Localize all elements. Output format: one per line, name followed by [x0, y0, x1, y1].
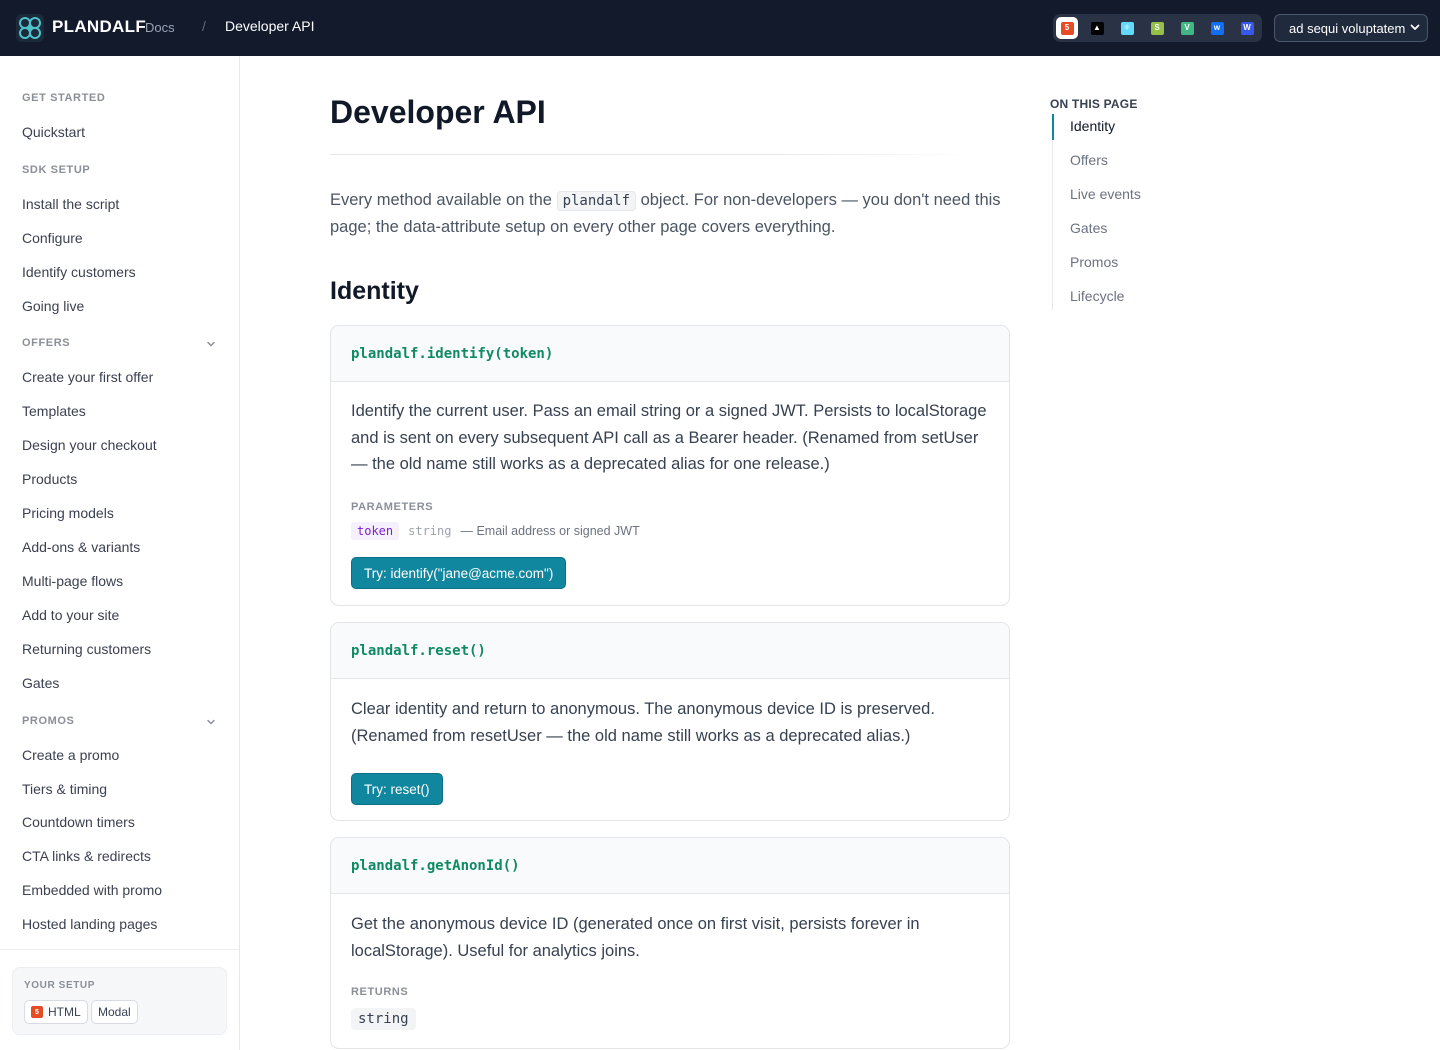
sidebar-section-offers[interactable]: OFFERS	[22, 337, 70, 349]
returns-label: RETURNS	[351, 986, 409, 998]
sidebar-scroll-fade	[0, 932, 239, 950]
parameter-description: — Email address or signed JWT	[460, 524, 640, 538]
method-card-reset: plandalf.reset() Clear identity and retu…	[330, 622, 1010, 821]
nextjs-icon: ▲	[1090, 21, 1104, 35]
sidebar-navigation: GET STARTED Quickstart SDK SETUP Install th…	[0, 56, 240, 1050]
page-title: Developer API	[330, 94, 546, 130]
try-identify-button[interactable]: Try: identify("jane@acme.com")	[351, 557, 567, 589]
sidebar-item-install-the-script[interactable]: Install the script	[22, 196, 119, 212]
html5-icon: 5	[1060, 21, 1074, 35]
method-card-header: plandalf.identify(token)	[331, 326, 1009, 382]
chevron-down-icon[interactable]	[205, 716, 217, 728]
sidebar-section-get-started: GET STARTED	[22, 92, 106, 104]
method-card-header: plandalf.reset()	[331, 623, 1009, 679]
sidebar-item-identify-customers[interactable]: Identify customers	[22, 264, 136, 280]
framework-option-shopify[interactable]: S	[1146, 17, 1168, 39]
sidebar-item-embedded-with-promo[interactable]: Embedded with promo	[22, 882, 162, 898]
sidebar-item-create-your-first-offer[interactable]: Create your first offer	[22, 369, 153, 385]
sidebar-item-templates[interactable]: Templates	[22, 403, 86, 419]
framework-option-react[interactable]: ⚛	[1116, 17, 1138, 39]
parameter-row: token string — Email address or signed J…	[351, 522, 640, 540]
shopify-icon: S	[1150, 21, 1164, 35]
toc-item-identity[interactable]: Identity	[1070, 118, 1115, 134]
parameter-type: string	[408, 524, 452, 538]
method-description: Clear identity and return to anonymous. …	[351, 700, 935, 745]
environment-select[interactable]: ad sequi voluptatem	[1274, 14, 1428, 42]
toc-item-live-events[interactable]: Live events	[1070, 186, 1141, 202]
framework-option-nextjs[interactable]: ▲	[1086, 17, 1108, 39]
breadcrumb-separator: /	[202, 18, 206, 34]
sidebar-item-create-a-promo[interactable]: Create a promo	[22, 747, 119, 763]
toc-item-promos[interactable]: Promos	[1070, 254, 1118, 270]
framework-option-webflow[interactable]: w	[1206, 17, 1228, 39]
toc-title: ON THIS PAGE	[1050, 97, 1138, 111]
framework-option-html5[interactable]: 5	[1056, 17, 1078, 39]
sidebar-footer: YOUR SETUP 5 HTML Modal	[0, 949, 239, 1050]
try-reset-button[interactable]: Try: reset()	[351, 773, 443, 805]
sidebar-item-multi-page-flows[interactable]: Multi-page flows	[22, 573, 123, 589]
sidebar-item-add-ons-variants[interactable]: Add-ons & variants	[22, 539, 140, 555]
title-divider	[330, 154, 970, 155]
toc-item-lifecycle[interactable]: Lifecycle	[1070, 288, 1124, 304]
chevron-down-icon[interactable]	[205, 338, 217, 350]
method-description: Identify the current user. Pass an email…	[351, 402, 987, 473]
sidebar-item-products[interactable]: Products	[22, 471, 77, 487]
sidebar-item-going-live[interactable]: Going live	[22, 298, 84, 314]
framework-option-wordpress[interactable]: W	[1236, 17, 1258, 39]
sidebar-item-tiers-timing[interactable]: Tiers & timing	[22, 781, 107, 797]
sidebar-item-countdown-timers[interactable]: Countdown timers	[22, 814, 135, 830]
html5-icon: 5	[31, 1006, 43, 1018]
top-navigation-bar: PLANDALF Docs / Developer API 5 ▲ ⚛ S Vw W ad…	[0, 0, 1440, 56]
plandalf-logo-icon[interactable]	[16, 14, 44, 42]
setup-chip-modal-label: Modal	[98, 1005, 131, 1019]
brand-name[interactable]: PLANDALF	[52, 17, 146, 37]
return-type: string	[351, 1008, 416, 1030]
method-card-identify: plandalf.identify(token) Identify the cu…	[330, 325, 1010, 606]
sidebar-item-pricing-models[interactable]: Pricing models	[22, 505, 114, 521]
framework-option-vue[interactable]: V	[1176, 17, 1198, 39]
sidebar-item-configure[interactable]: Configure	[22, 230, 83, 246]
brand-docs-label: Docs	[145, 20, 175, 35]
toc-item-gates[interactable]: Gates	[1070, 220, 1107, 236]
method-card-getanonid: plandalf.getAnonId() Get the anonymous d…	[330, 837, 1010, 1049]
toc-item-offers[interactable]: Offers	[1070, 152, 1108, 168]
method-description: Get the anonymous device ID (generated o…	[351, 915, 920, 960]
setup-chip-html[interactable]: 5 HTML	[24, 1000, 88, 1024]
parameter-name: token	[351, 522, 400, 540]
sidebar-item-quickstart[interactable]: Quickstart	[22, 124, 85, 140]
environment-select-value: ad sequi voluptatem	[1289, 20, 1406, 36]
intro-code-plandalf: plandalf	[556, 191, 636, 211]
method-signature: plandalf.identify(token)	[351, 345, 554, 362]
sidebar-item-gates[interactable]: Gates	[22, 675, 59, 691]
parameters-label: PARAMETERS	[351, 501, 434, 513]
toc-active-indicator	[1052, 114, 1054, 140]
intro-paragraph: Every method available on the plandalf o…	[330, 187, 1010, 240]
sidebar-section-promos[interactable]: PROMOS	[22, 715, 75, 727]
method-card-header: plandalf.getAnonId()	[331, 838, 1009, 894]
intro-text-before: Every method available on the	[330, 191, 557, 209]
sidebar-item-design-your-checkout[interactable]: Design your checkout	[22, 437, 157, 453]
framework-switcher: 5 ▲ ⚛ S Vw W	[1053, 14, 1262, 42]
breadcrumb-current-page: Developer API	[225, 18, 315, 34]
webflow-icon: w	[1210, 21, 1224, 35]
method-signature: plandalf.getAnonId()	[351, 857, 520, 874]
setup-chip-modal[interactable]: Modal	[91, 1000, 138, 1024]
section-heading-identity: Identity	[330, 277, 419, 305]
sidebar-item-hosted-landing-pages[interactable]: Hosted landing pages	[22, 916, 157, 932]
sidebar-item-cta-links-redirects[interactable]: CTA links & redirects	[22, 848, 151, 864]
your-setup-label: YOUR SETUP	[24, 980, 96, 991]
sidebar-section-sdk-setup: SDK SETUP	[22, 164, 91, 176]
vue-icon: V	[1180, 21, 1194, 35]
sidebar-item-add-to-your-site[interactable]: Add to your site	[22, 607, 119, 623]
wordpress-icon: W	[1240, 21, 1254, 35]
setup-chip-html-label: HTML	[48, 1005, 81, 1019]
your-setup-card: YOUR SETUP 5 HTML Modal	[12, 967, 227, 1035]
toc-rail	[1052, 114, 1053, 310]
chevron-down-icon	[1410, 24, 1420, 30]
react-icon: ⚛	[1120, 21, 1134, 35]
method-signature: plandalf.reset()	[351, 642, 486, 659]
sidebar-item-returning-customers[interactable]: Returning customers	[22, 641, 151, 657]
